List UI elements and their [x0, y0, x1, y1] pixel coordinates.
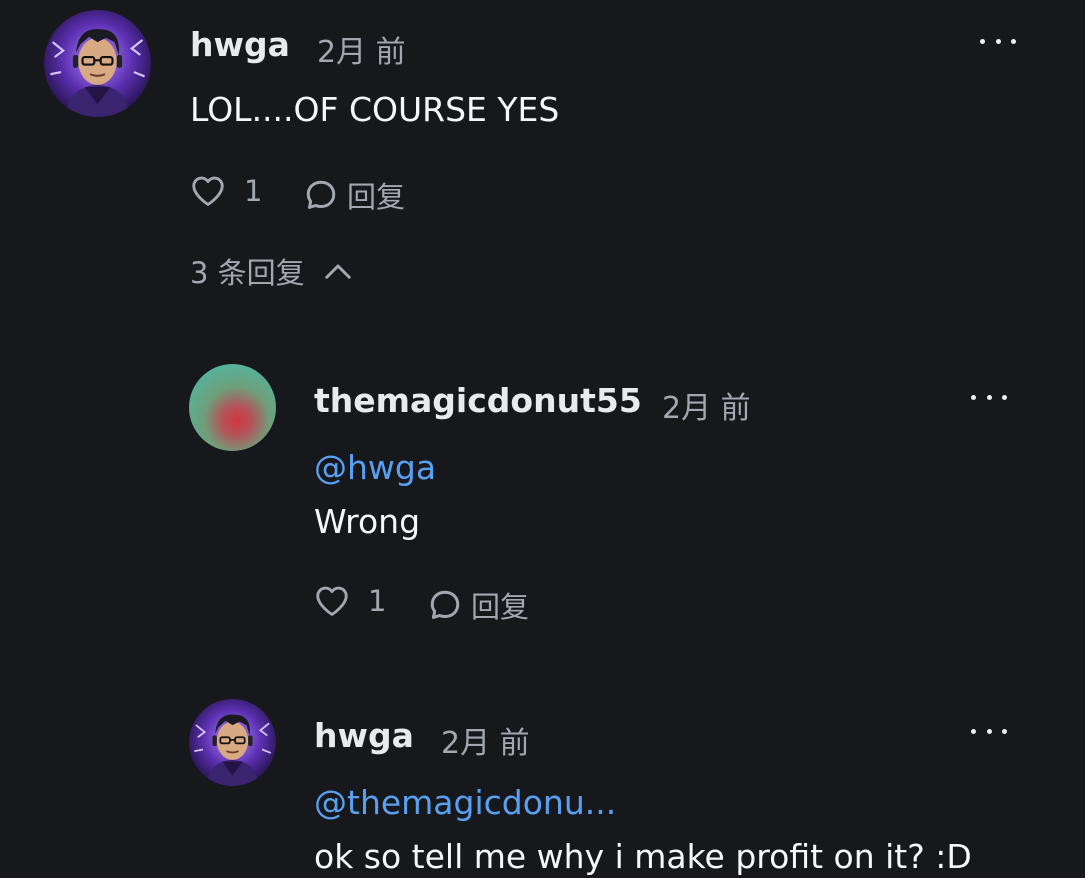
heart-icon	[316, 586, 348, 616]
avatar-hwga[interactable]	[44, 10, 151, 117]
comment-text: LOL....OF COURSE YES	[190, 90, 560, 129]
reply-button[interactable]: 回复	[303, 174, 405, 216]
mention-link[interactable]: @hwga	[314, 448, 436, 487]
mention-link[interactable]: @themagicdonu...	[314, 783, 616, 822]
avatar-themagicdonut55[interactable]	[189, 364, 276, 451]
reply-button[interactable]: 回复	[427, 584, 529, 626]
comment-text: ok so tell me why i make profit on it? :…	[314, 837, 972, 876]
heart-icon	[192, 176, 224, 206]
more-options-button[interactable]	[971, 725, 1007, 737]
avatar-hwga[interactable]	[189, 699, 276, 786]
more-options-icon	[971, 728, 976, 734]
replies-toggle[interactable]: 3 条回复	[190, 250, 353, 292]
like-button[interactable]: 1	[188, 172, 262, 210]
comment-timestamp: 2月 前	[662, 391, 751, 426]
comment-bubble-icon	[306, 180, 336, 209]
avatar-themagicdonut55-image	[189, 364, 276, 451]
replies-count-label: 3 条回复	[190, 256, 305, 290]
comment-username[interactable]: hwga	[190, 25, 290, 64]
like-button[interactable]: 1	[312, 582, 386, 620]
comment-username[interactable]: hwga	[314, 716, 414, 755]
like-count: 1	[368, 584, 387, 618]
comment-text: Wrong	[314, 502, 421, 541]
avatar-hwga-image	[189, 699, 276, 786]
comment-timestamp: 2月 前	[317, 35, 406, 70]
reply-label: 回复	[471, 590, 530, 624]
more-options-icon	[971, 394, 976, 400]
more-options-icon	[980, 38, 985, 44]
comment-username[interactable]: themagicdonut55	[314, 381, 642, 420]
comment-bubble-icon	[430, 590, 460, 619]
comment-timestamp: 2月 前	[441, 726, 530, 761]
avatar-hwga-image	[44, 10, 151, 117]
chevron-up-icon	[324, 264, 351, 279]
more-options-button[interactable]	[971, 391, 1007, 403]
like-count: 1	[244, 174, 263, 208]
reply-label: 回复	[347, 180, 406, 214]
more-options-button[interactable]	[980, 35, 1016, 47]
